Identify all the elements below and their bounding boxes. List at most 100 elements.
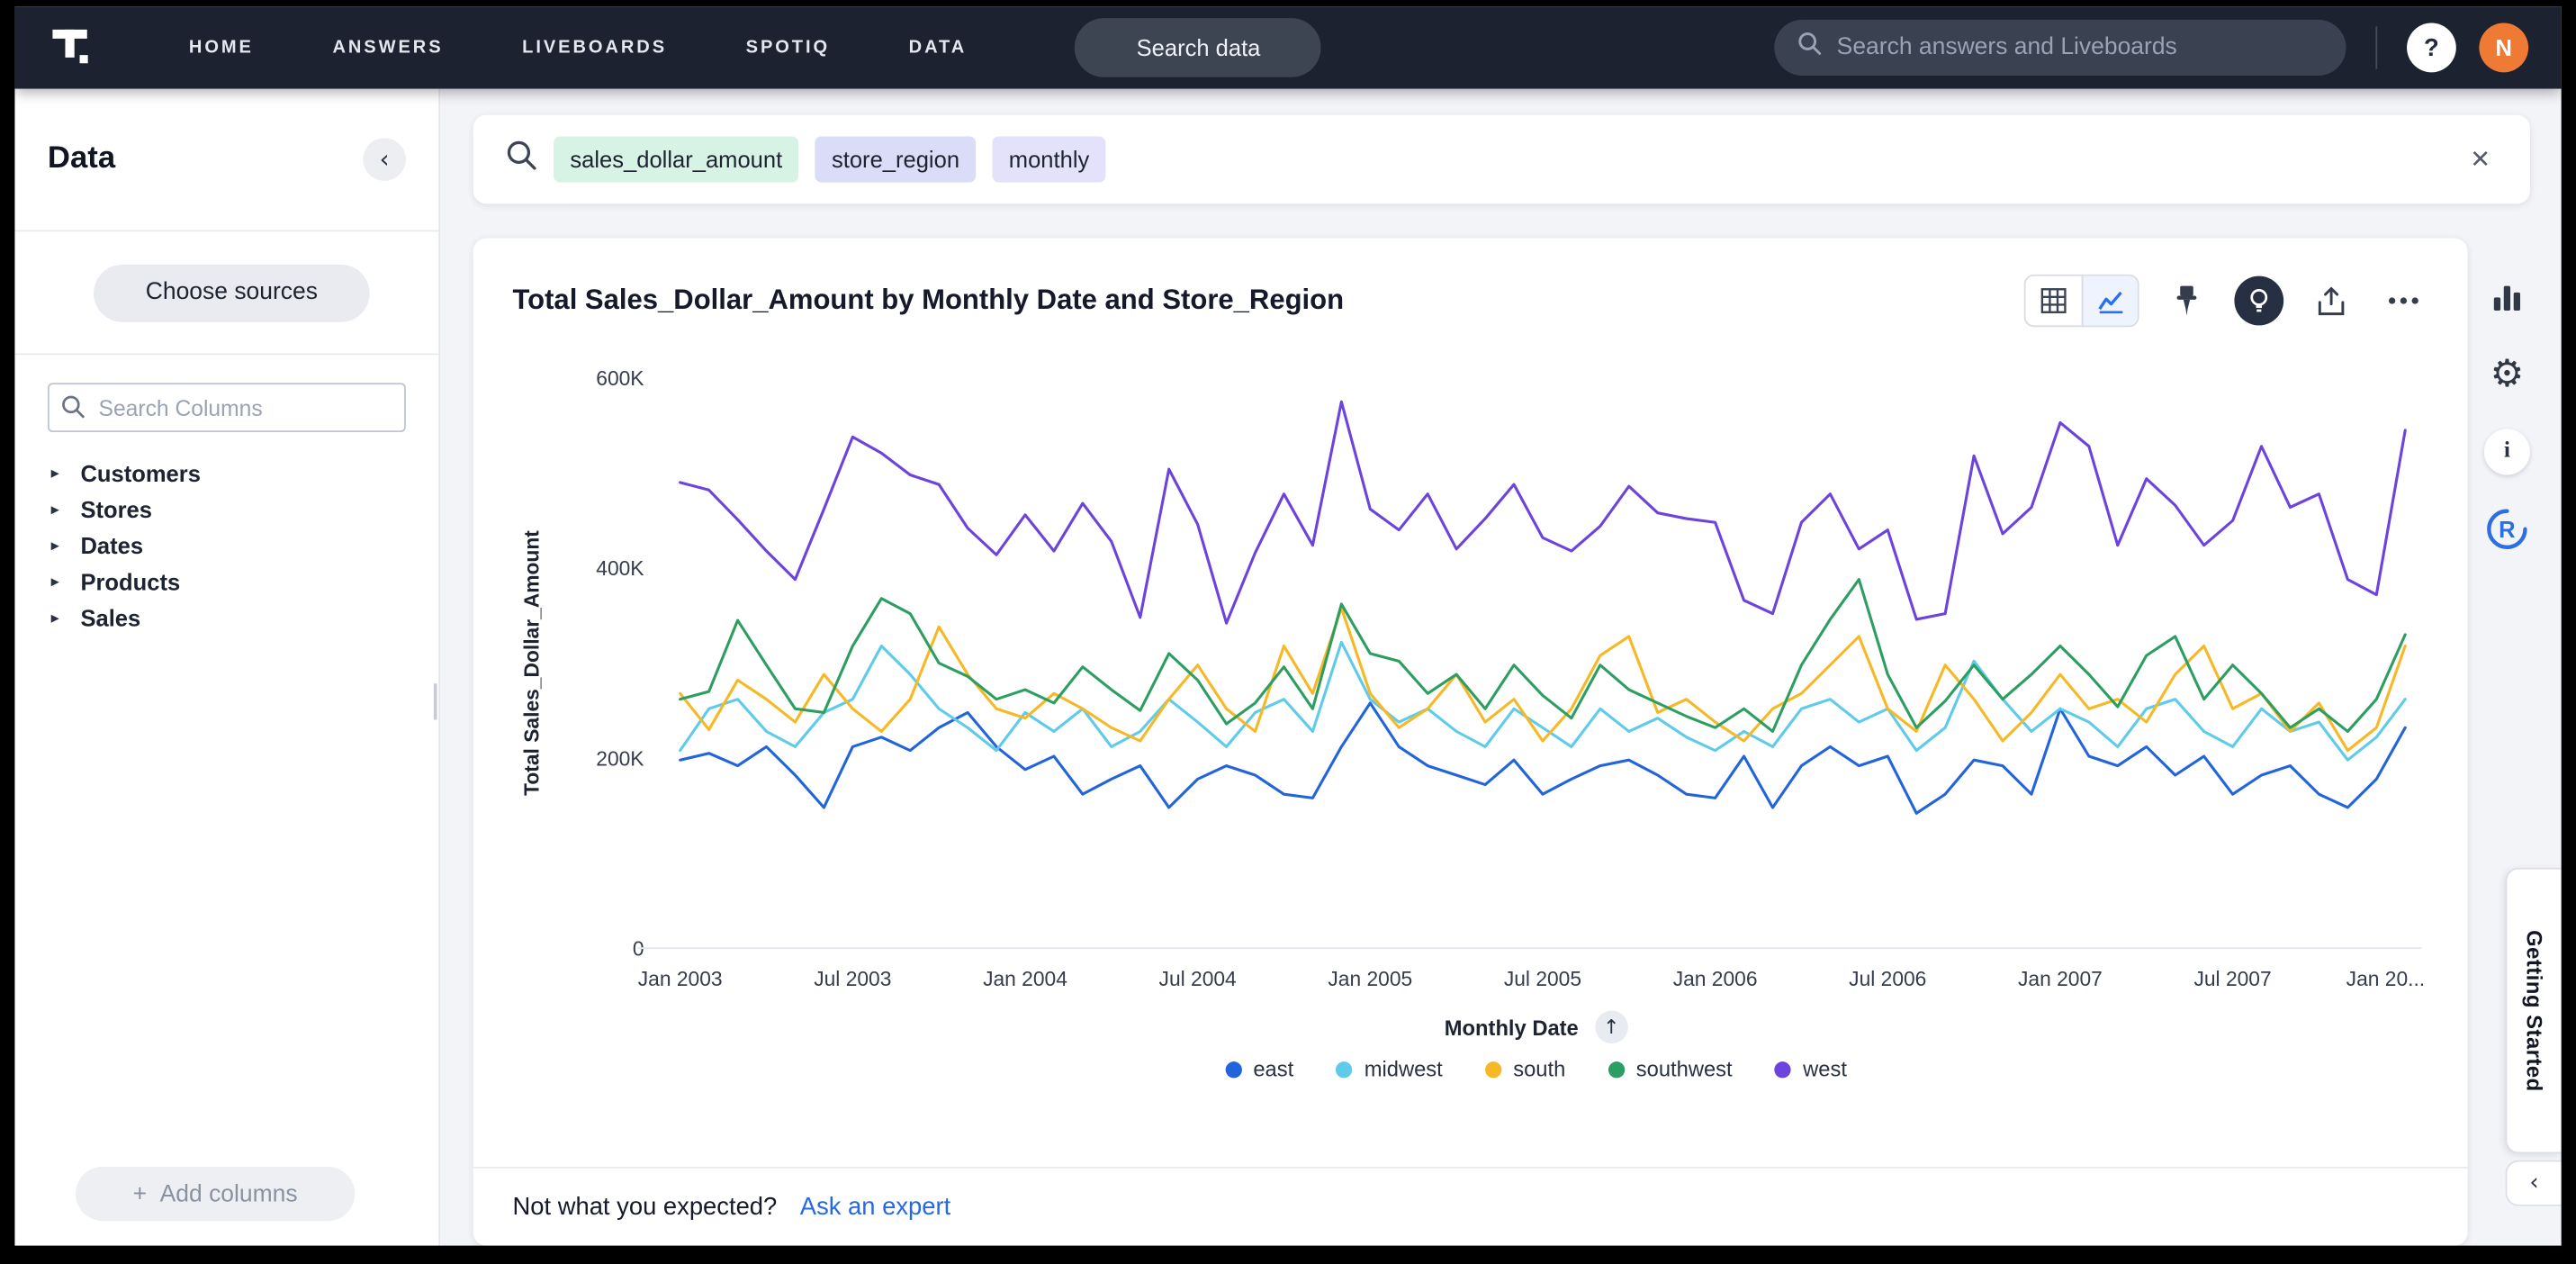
column-search bbox=[48, 383, 406, 432]
line-chart-icon bbox=[2096, 287, 2124, 313]
svg-text:Jan 20...: Jan 20... bbox=[2346, 967, 2425, 990]
data-sidebar: Data ‹ Choose sources ▸Customers ▸Stores… bbox=[14, 89, 440, 1246]
svg-text:400K: 400K bbox=[596, 556, 644, 580]
legend-label: southwest bbox=[1636, 1057, 1733, 1081]
sidebar-sources-section: Choose sources bbox=[14, 231, 438, 355]
query-search-bar[interactable]: sales_dollar_amount store_region monthly… bbox=[473, 115, 2530, 204]
legend-dot bbox=[1775, 1061, 1791, 1077]
bar-chart-icon bbox=[2490, 281, 2524, 314]
table-icon bbox=[2040, 287, 2067, 313]
lightbulb-icon bbox=[2247, 287, 2271, 313]
sort-ascending-button[interactable]: ↑ bbox=[1595, 1011, 1628, 1044]
more-options-button[interactable] bbox=[2379, 276, 2428, 326]
nav-item-spotiq[interactable]: SPOTIQ bbox=[746, 38, 830, 58]
nav-item-home[interactable]: HOME bbox=[189, 38, 254, 58]
caret-right-icon: ▸ bbox=[51, 609, 68, 627]
chevron-left-icon: ‹ bbox=[380, 145, 390, 175]
tree-item-products[interactable]: ▸Products bbox=[14, 564, 438, 600]
svg-text:Total Sales_Dollar_Amount: Total Sales_Dollar_Amount bbox=[520, 530, 544, 796]
ask-an-expert-link[interactable]: Ask an expert bbox=[800, 1193, 950, 1221]
legend-item-southwest[interactable]: southwest bbox=[1608, 1057, 1733, 1081]
table-view-button[interactable] bbox=[2026, 276, 2082, 326]
search-icon bbox=[1797, 32, 1822, 65]
view-toggle bbox=[2024, 275, 2139, 327]
legend-item-south[interactable]: south bbox=[1485, 1057, 1565, 1081]
gear-icon: ⚙ bbox=[2490, 356, 2525, 393]
add-columns-button[interactable]: + Add columns bbox=[76, 1167, 355, 1221]
svg-text:200K: 200K bbox=[596, 746, 644, 770]
global-search-input[interactable] bbox=[1837, 34, 2323, 60]
getting-started-collapse-button[interactable]: ‹ bbox=[2506, 1160, 2562, 1206]
settings-button[interactable]: ⚙ bbox=[2482, 350, 2532, 400]
r-analysis-icon: R bbox=[2486, 508, 2528, 550]
caret-right-icon: ▸ bbox=[51, 537, 68, 555]
sidebar-title: Data bbox=[48, 141, 115, 177]
legend-item-midwest[interactable]: midwest bbox=[1337, 1057, 1443, 1081]
choose-sources-button[interactable]: Choose sources bbox=[94, 264, 370, 321]
query-token-measure[interactable]: sales_dollar_amount bbox=[554, 136, 798, 182]
chart-config-button[interactable] bbox=[2482, 273, 2532, 322]
plus-icon: + bbox=[133, 1180, 147, 1206]
getting-started-label: Getting Started bbox=[2522, 930, 2546, 1092]
query-token-keyword[interactable]: monthly bbox=[993, 136, 1106, 182]
ellipsis-icon bbox=[2387, 296, 2420, 306]
screen: HOME ANSWERS LIVEBOARDS SPOTIQ DATA Sear… bbox=[0, 0, 2576, 1264]
chart-view-button[interactable] bbox=[2082, 276, 2138, 326]
info-icon: i bbox=[2484, 429, 2530, 474]
chart-plot-area[interactable]: Total Sales_Dollar_Amount0200K400K600KJa… bbox=[512, 353, 2427, 998]
pin-button[interactable] bbox=[2162, 276, 2211, 326]
nav-item-answers[interactable]: ANSWERS bbox=[332, 38, 443, 58]
svg-text:Jan 2007: Jan 2007 bbox=[2018, 967, 2103, 990]
legend-dot bbox=[1608, 1061, 1625, 1077]
legend-label: midwest bbox=[1365, 1057, 1443, 1081]
svg-text:Jul 2007: Jul 2007 bbox=[2193, 967, 2271, 990]
column-tree: ▸Customers ▸Stores ▸Dates ▸Products ▸Sal… bbox=[14, 456, 438, 1246]
chart-legend: east midwest south southwest west bbox=[605, 1057, 2468, 1081]
x-axis-title: Monthly Date bbox=[1445, 1015, 1579, 1039]
legend-dot bbox=[1225, 1061, 1241, 1077]
legend-label: south bbox=[1513, 1057, 1565, 1081]
svg-text:Jul 2004: Jul 2004 bbox=[1159, 967, 1238, 990]
search-icon bbox=[506, 140, 537, 179]
tree-item-stores[interactable]: ▸Stores bbox=[14, 492, 438, 528]
answer-card: Total Sales_Dollar_Amount by Monthly Dat… bbox=[473, 239, 2468, 1246]
answer-icon-rail: ⚙ i R bbox=[2478, 273, 2537, 554]
nav-item-liveboards[interactable]: LIVEBOARDS bbox=[522, 38, 667, 58]
x-axis-title-row: Monthly Date ↑ bbox=[605, 1011, 2468, 1044]
tree-item-sales[interactable]: ▸ Sales bbox=[14, 600, 438, 636]
nav-divider bbox=[2375, 26, 2377, 68]
help-button[interactable]: ? bbox=[2407, 23, 2456, 73]
svg-text:Jan 2003: Jan 2003 bbox=[638, 967, 723, 990]
arrow-up-icon: ↑ bbox=[1603, 1016, 1619, 1039]
user-avatar[interactable]: N bbox=[2479, 23, 2528, 73]
caret-right-icon: ▸ bbox=[51, 573, 68, 591]
info-button[interactable]: i bbox=[2482, 428, 2532, 477]
app-window: HOME ANSWERS LIVEBOARDS SPOTIQ DATA Sear… bbox=[14, 6, 2561, 1245]
nav-item-data[interactable]: DATA bbox=[909, 38, 967, 58]
tree-item-customers[interactable]: ▸Customers bbox=[14, 456, 438, 492]
r-analysis-button[interactable]: R bbox=[2482, 504, 2532, 554]
legend-label: west bbox=[1803, 1057, 1847, 1081]
search-columns-input[interactable] bbox=[48, 383, 406, 432]
global-search[interactable] bbox=[1774, 20, 2346, 76]
tree-item-dates[interactable]: ▸ Dates bbox=[14, 528, 438, 564]
legend-item-west[interactable]: west bbox=[1775, 1057, 1847, 1081]
tree-item-label: Customers bbox=[80, 460, 201, 486]
nav-right-group: ? N bbox=[1774, 20, 2528, 76]
query-token-attribute[interactable]: store_region bbox=[815, 136, 977, 182]
clear-search-icon[interactable]: ✕ bbox=[2463, 138, 2498, 180]
tree-item-label: Sales bbox=[80, 605, 140, 631]
getting-started-tab[interactable]: Getting Started bbox=[2506, 868, 2562, 1154]
thoughtspot-logo-icon[interactable] bbox=[48, 23, 97, 73]
answer-title: Total Sales_Dollar_Amount by Monthly Dat… bbox=[512, 284, 1344, 318]
svg-text:Jul 2006: Jul 2006 bbox=[1849, 967, 1926, 990]
search-data-button[interactable]: Search data bbox=[1076, 18, 1322, 77]
sidebar-collapse-button[interactable]: ‹ bbox=[363, 138, 405, 180]
svg-text:R: R bbox=[2499, 518, 2515, 543]
spotiq-insights-button[interactable] bbox=[2234, 276, 2283, 326]
tree-item-label: Dates bbox=[80, 532, 143, 558]
share-button[interactable] bbox=[2307, 276, 2356, 326]
svg-text:Jul 2003: Jul 2003 bbox=[814, 967, 891, 990]
legend-item-east[interactable]: east bbox=[1225, 1057, 1293, 1081]
answer-chart-svg: Total Sales_Dollar_Amount0200K400K600KJa… bbox=[512, 353, 2427, 998]
